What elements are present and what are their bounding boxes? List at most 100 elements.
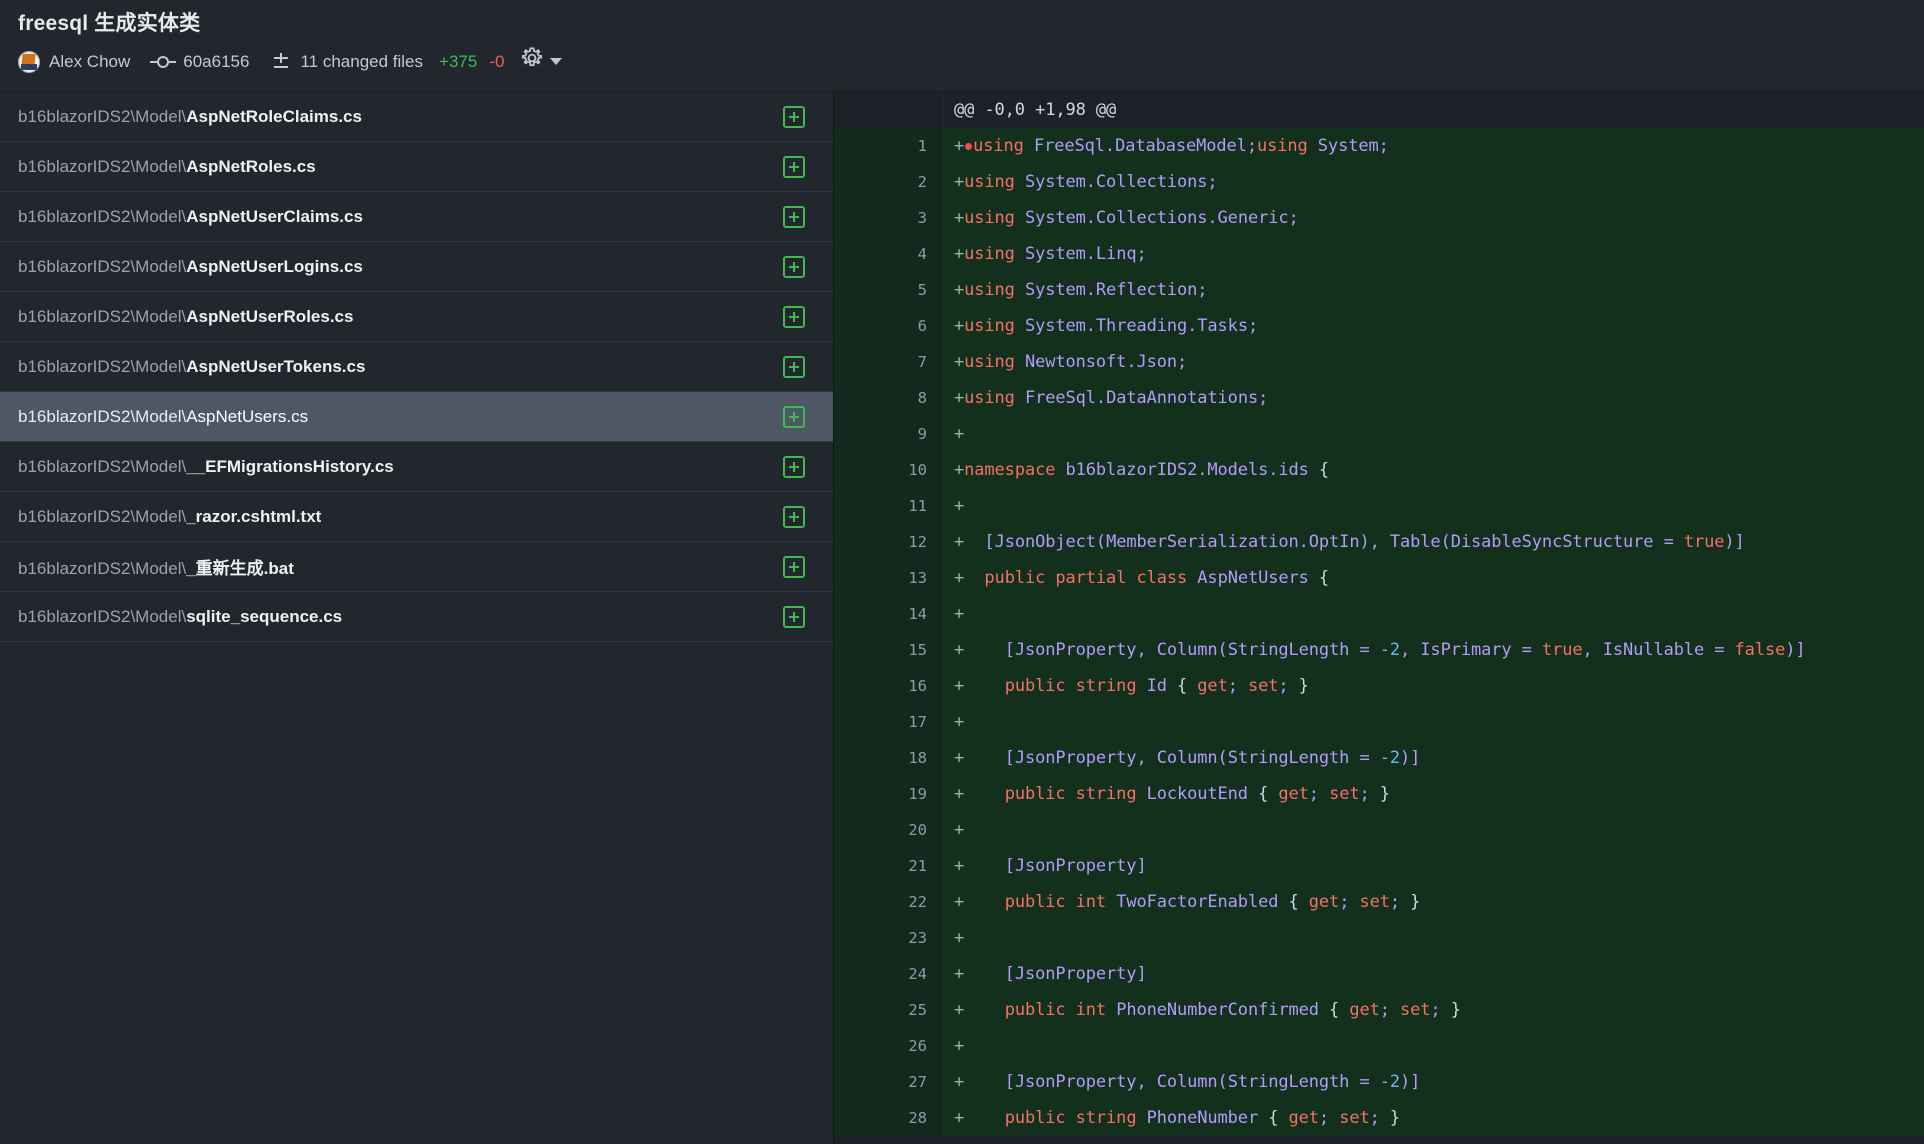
file-row[interactable]: b16blazorIDS2\Model\AspNetUserTokens.cs [0,342,833,392]
diff-line-code: + [JsonProperty] [943,848,1924,884]
file-row[interactable]: b16blazorIDS2\Model\_重新生成.bat [0,542,833,592]
diff-line-code: + public int TwoFactorEnabled { get; set… [943,884,1924,920]
diff-settings-button[interactable] [520,46,563,77]
file-row[interactable]: b16blazorIDS2\Model\_razor.cshtml.txt [0,492,833,542]
added-file-icon[interactable] [783,205,805,228]
diff-marker: + [954,676,965,696]
diff-line-number: 26 [834,1028,944,1064]
added-file-icon[interactable] [783,505,805,528]
added-file-icon[interactable] [783,155,805,178]
file-directory: b16blazorIDS2\Model\ [18,356,187,376]
file-row[interactable]: b16blazorIDS2\Model\AspNetUserClaims.cs [0,192,833,242]
diff-marker: + [954,856,965,876]
file-name: _重新生成.bat [186,559,294,578]
diff-line-number: 11 [834,488,944,524]
diff-viewer[interactable]: @@ -0,0 +1,98 @@ 1 + using FreeSql.Database… [834,92,1924,1144]
file-name: AspNetRoles.cs [186,156,316,176]
diff-line-row[interactable]: 18 + [JsonProperty, Column(StringLength =… [834,740,1924,776]
diff-line-row[interactable]: 16 + public string Id { get; set; } [834,668,1924,704]
diff-line-row[interactable]: 28 + public string PhoneNumber { get; set… [834,1100,1924,1136]
diff-line-code: + public partial class AspNetUsers { [943,560,1924,596]
file-directory: b16blazorIDS2\Model\ [18,406,187,426]
gear-icon [520,46,544,77]
file-directory: b16blazorIDS2\Model\ [18,106,187,126]
diff-line-number: 7 [834,344,944,380]
diff-line-row[interactable]: 10 +namespace b16blazorIDS2.Models.ids { [834,452,1924,488]
added-file-icon[interactable] [783,405,805,428]
diff-marker: + [954,604,965,624]
diff-line-number: 10 [834,452,944,488]
diff-line-row[interactable]: 26 + [834,1028,1924,1064]
diff-line-code: + public string Id { get; set; } [943,668,1924,704]
diff-line-row[interactable]: 11 + [834,488,1924,524]
file-name: _razor.cshtml.txt [186,506,322,526]
file-row[interactable]: b16blazorIDS2\Model\AspNetUserLogins.cs [0,242,833,292]
diff-line-number: 1 [834,128,944,164]
diff-line-number: 8 [834,380,944,416]
file-row[interactable]: b16blazorIDS2\Model\AspNetUsers.cs [0,392,833,442]
diff-line-row[interactable]: 13 + public partial class AspNetUsers { [834,560,1924,596]
diff-line-number: 22 [834,884,944,920]
diff-line-row[interactable]: 15 + [JsonProperty, Column(StringLength =… [834,632,1924,668]
diff-line-row[interactable]: 7 +using Newtonsoft.Json; [834,344,1924,380]
diff-line-number: 12 [834,524,944,560]
diff-line-row[interactable]: 3 +using System.Collections.Generic; [834,200,1924,236]
file-path: b16blazorIDS2\Model\__EFMigrationsHistor… [18,457,394,477]
diff-line-row[interactable]: 2 +using System.Collections; [834,164,1924,200]
file-row[interactable]: b16blazorIDS2\Model\AspNetUserRoles.cs [0,292,833,342]
diff-line-row[interactable]: 17 + [834,704,1924,740]
hunk-gutter [834,92,944,128]
diff-line-row[interactable]: 12 + [JsonObject(MemberSerialization.OptI… [834,524,1924,560]
diff-line-row[interactable]: 21 + [JsonProperty] [834,848,1924,884]
plus-minus-icon [271,52,291,72]
file-path: b16blazorIDS2\Model\AspNetUserTokens.cs [18,357,365,377]
diff-line-number: 3 [834,200,944,236]
diff-line-code: + [943,596,1924,632]
diff-line-row[interactable]: 27 + [JsonProperty, Column(StringLength =… [834,1064,1924,1100]
diff-line-number: 6 [834,308,944,344]
diff-marker: + [954,712,965,732]
file-row[interactable]: b16blazorIDS2\Model\sqlite_sequence.cs [0,592,833,642]
added-file-icon[interactable] [783,455,805,478]
diff-line-row[interactable]: 6 +using System.Threading.Tasks; [834,308,1924,344]
file-row[interactable]: b16blazorIDS2\Model\AspNetRoles.cs [0,142,833,192]
diff-line-row[interactable]: 1 + using FreeSql.DatabaseModel;using Syst… [834,128,1924,164]
diff-marker: + [954,496,965,516]
added-file-icon[interactable] [783,355,805,378]
diff-line-code: + [JsonProperty, Column(StringLength = -… [943,740,1924,776]
diff-marker: + [954,820,965,840]
diff-line-row[interactable]: 23 + [834,920,1924,956]
commit-sha[interactable]: 60a6156 [183,50,249,74]
diff-line-code: + [943,812,1924,848]
diff-line-row[interactable]: 9 + [834,416,1924,452]
added-file-icon[interactable] [783,305,805,328]
diff-line-row[interactable]: 14 + [834,596,1924,632]
diff-line-row[interactable]: 8 +using FreeSql.DataAnnotations; [834,380,1924,416]
chevron-down-icon [550,58,563,65]
diff-line-row[interactable]: 25 + public int PhoneNumberConfirmed { ge… [834,992,1924,1028]
diff-line-number: 16 [834,668,944,704]
added-file-icon[interactable] [783,605,805,628]
changed-files-list[interactable]: b16blazorIDS2\Model\AspNetRoleClaims.cs b… [0,92,834,1144]
diff-line-row[interactable]: 22 + public int TwoFactorEnabled { get; s… [834,884,1924,920]
added-file-icon[interactable] [783,105,805,128]
file-row[interactable]: b16blazorIDS2\Model\AspNetRoleClaims.cs [0,92,833,142]
file-directory: b16blazorIDS2\Model\ [18,156,187,176]
diff-line-code: + [943,488,1924,524]
added-file-icon[interactable] [783,555,805,578]
diff-line-row[interactable]: 20 + [834,812,1924,848]
diff-line-row[interactable]: 19 + public string LockoutEnd { get; set;… [834,776,1924,812]
file-name: AspNetUsers.cs [186,406,309,426]
commit-header: freesql 生成实体类 Alex Chow 60a6156 11 chang… [0,0,1924,92]
file-directory: b16blazorIDS2\Model\ [18,606,187,626]
added-file-icon[interactable] [783,255,805,278]
diff-line-number: 20 [834,812,944,848]
diff-line-number: 21 [834,848,944,884]
diff-line-row[interactable]: 24 + [JsonProperty] [834,956,1924,992]
diff-marker: + [954,784,965,804]
diff-line-code: + [JsonProperty, Column(StringLength = -… [943,632,1924,668]
diff-line-row[interactable]: 5 +using System.Reflection; [834,272,1924,308]
file-row[interactable]: b16blazorIDS2\Model\__EFMigrationsHistor… [0,442,833,492]
diff-line-row[interactable]: 4 +using System.Linq; [834,236,1924,272]
diff-line-number: 24 [834,956,944,992]
